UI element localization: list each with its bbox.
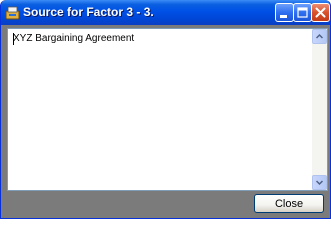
window-title: Source for Factor 3 - 3. (23, 5, 154, 19)
arrow-up-icon (316, 33, 323, 39)
scroll-down-button[interactable] (312, 175, 327, 190)
minimize-button[interactable] (275, 3, 294, 22)
vertical-scrollbar[interactable] (312, 29, 327, 190)
maximize-button[interactable] (293, 3, 312, 22)
close-window-button[interactable] (311, 3, 330, 22)
app-icon (5, 6, 20, 20)
close-button[interactable]: Close (254, 194, 324, 213)
scroll-up-button[interactable] (312, 29, 327, 44)
dialog-body: XYZ Bargaining Agreement (4, 25, 328, 216)
minimize-icon (280, 15, 287, 18)
close-icon (315, 7, 326, 18)
textarea-value: XYZ Bargaining Agreement (13, 33, 135, 44)
title-bar[interactable]: Source for Factor 3 - 3. (1, 0, 330, 25)
text-caret (13, 33, 14, 45)
arrow-down-icon (316, 180, 323, 186)
maximize-icon (297, 7, 308, 18)
source-textarea[interactable]: XYZ Bargaining Agreement (7, 28, 328, 191)
dialog-window: Source for Factor 3 - 3. XYZ Bargaining … (0, 0, 331, 219)
